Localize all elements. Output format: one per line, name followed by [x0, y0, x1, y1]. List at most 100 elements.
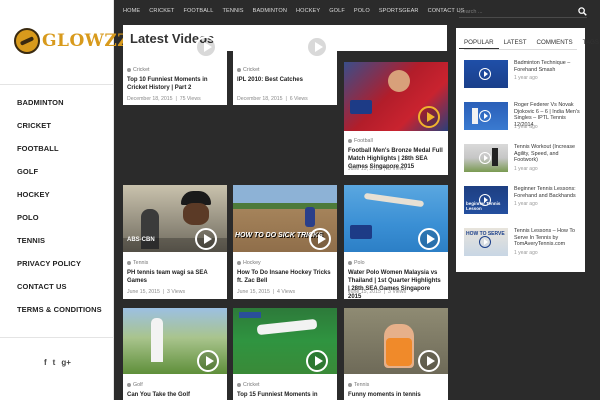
video-thumbnail[interactable]: beginner Tennis Lesson: [464, 186, 508, 214]
search-icon[interactable]: [578, 7, 587, 16]
video-thumbnail[interactable]: [233, 308, 337, 374]
video-card[interactable]: Cricket Top 10 Funniest Moments in Crick…: [123, 51, 227, 105]
play-button[interactable]: [479, 110, 491, 122]
list-item[interactable]: Tennis Workout (Increase Agility, Speed,…: [464, 144, 582, 176]
play-button[interactable]: [479, 236, 491, 248]
video-card[interactable]: Polo Water Polo Women Malaysia vs Thaila…: [344, 185, 448, 299]
tab-comments[interactable]: COMMENTS: [532, 38, 578, 49]
folder-icon: [237, 383, 241, 387]
video-card[interactable]: Cricket Top 15 Funniest Moments in Crick…: [233, 308, 337, 400]
video-category[interactable]: Golf: [127, 382, 143, 388]
twitter-icon[interactable]: t: [53, 358, 56, 367]
tab-tags[interactable]: TAGS: [578, 38, 600, 49]
list-item[interactable]: Badminton Technique – Forehand Smash 1 y…: [464, 60, 582, 92]
sidebar-item-contact-us[interactable]: CONTACT US: [0, 278, 114, 301]
video-title[interactable]: Badminton Technique – Forehand Smash: [514, 60, 582, 73]
folder-icon: [127, 68, 131, 72]
video-card[interactable]: Golf Can You Take the Golf Backswing Too: [123, 308, 227, 400]
play-button[interactable]: [479, 152, 491, 164]
play-button[interactable]: [306, 36, 328, 58]
video-thumbnail[interactable]: ABS-CBN: [123, 185, 227, 252]
player-face: [183, 203, 209, 225]
sidebar-item-badminton[interactable]: BADMINTON: [0, 94, 114, 117]
video-card[interactable]: ABS-CBN Tennis PH tennis team wagi sa SE…: [123, 185, 227, 299]
video-thumbnail[interactable]: [344, 62, 448, 131]
list-item[interactable]: HOW TO SERVE Tennis Lessons – How To Ser…: [464, 228, 582, 260]
play-button[interactable]: [195, 228, 217, 250]
video-category[interactable]: Football: [348, 138, 373, 144]
topnav-home[interactable]: HOME: [123, 8, 140, 14]
video-thumbnail[interactable]: [123, 308, 227, 374]
video-title[interactable]: IPL 2010: Best Catches: [237, 76, 333, 84]
video-thumbnail[interactable]: [344, 185, 448, 252]
video-meta: June 15, 2015 | 8 Views: [348, 166, 407, 172]
play-button[interactable]: [309, 228, 331, 250]
topnav-polo[interactable]: POLO: [354, 8, 370, 14]
video-meta: June 15, 2015 | 4 Views: [237, 289, 296, 295]
topnav-badminton[interactable]: BADMINTON: [253, 8, 287, 14]
video-category[interactable]: Hockey: [237, 260, 261, 266]
sidebar-item-hockey[interactable]: HOCKEY: [0, 186, 114, 209]
left-sidebar: GLOWZZ BADMINTON CRICKET FOOTBALL GOLF H…: [0, 0, 130, 400]
video-category[interactable]: Polo: [348, 260, 365, 266]
video-thumbnail[interactable]: [464, 144, 508, 172]
video-card[interactable]: HOW TO DO SICK TRICKS Hockey How To Do I…: [233, 185, 337, 299]
sidebar-item-terms[interactable]: TERMS & CONDITIONS: [0, 301, 114, 324]
facebook-icon[interactable]: f: [44, 358, 47, 367]
search-input[interactable]: Search ...: [459, 9, 483, 15]
play-button[interactable]: [418, 228, 440, 250]
video-card[interactable]: Tennis Funny moments in tennis: [344, 308, 448, 400]
play-button[interactable]: [479, 68, 491, 80]
play-button[interactable]: [195, 36, 217, 58]
play-button[interactable]: [418, 350, 440, 372]
play-button[interactable]: [306, 350, 328, 372]
sidebar-item-privacy-policy[interactable]: PRIVACY POLICY: [0, 255, 114, 278]
search-box[interactable]: Search ...: [459, 6, 587, 18]
video-card[interactable]: Football Football Men's Bronze Medal Ful…: [344, 62, 448, 175]
logo-text: GLOWZZ: [42, 31, 131, 51]
play-button[interactable]: [479, 194, 491, 206]
abs-cbn-text: ABS-CBN: [127, 237, 155, 243]
video-card[interactable]: Cricket IPL 2010: Best Catches December …: [233, 51, 337, 105]
player-shirt-shape: [386, 338, 412, 366]
sidebar-item-polo[interactable]: POLO: [0, 209, 114, 232]
video-title[interactable]: PH tennis team wagi sa SEA Games: [127, 269, 223, 285]
topnav-tennis[interactable]: TENNIS: [222, 8, 243, 14]
video-title[interactable]: Tennis Workout (Increase Agility, Speed,…: [514, 144, 582, 164]
video-thumbnail[interactable]: [464, 60, 508, 88]
list-item[interactable]: Roger Federer Vs Novak Djokovic 6 – 6 | …: [464, 102, 582, 134]
video-category[interactable]: Cricket: [127, 67, 149, 73]
video-category[interactable]: Cricket: [237, 67, 259, 73]
tab-latest[interactable]: LATEST: [499, 38, 532, 49]
list-item[interactable]: beginner Tennis Lesson Beginner Tennis L…: [464, 186, 582, 218]
video-title[interactable]: How To Do Insane Hockey Tricks ft. Zac B…: [237, 269, 333, 285]
video-category[interactable]: Tennis: [127, 260, 148, 266]
video-title[interactable]: Beginner Tennis Lessons: Forehand and Ba…: [514, 186, 582, 199]
video-title[interactable]: Top 15 Funniest Moments in Cricket: [237, 391, 333, 400]
sidebar-item-golf[interactable]: GOLF: [0, 163, 114, 186]
video-thumbnail[interactable]: [464, 102, 508, 130]
video-thumbnail[interactable]: [344, 308, 448, 374]
tab-popular[interactable]: POPULAR: [459, 38, 499, 49]
video-category[interactable]: Cricket: [237, 382, 259, 388]
video-title[interactable]: Funny moments in tennis: [348, 391, 444, 399]
video-title[interactable]: Can You Take the Golf Backswing Too: [127, 391, 223, 400]
sidebar-item-tennis[interactable]: TENNIS: [0, 232, 114, 255]
sidebar-item-football[interactable]: FOOTBALL: [0, 140, 114, 163]
topnav-sportsgear[interactable]: SPORTSGEAR: [379, 8, 419, 14]
sidebar-item-cricket[interactable]: CRICKET: [0, 117, 114, 140]
topnav-hockey[interactable]: HOCKEY: [296, 8, 320, 14]
video-thumbnail[interactable]: HOW TO DO SICK TRICKS: [233, 185, 337, 252]
video-thumbnail[interactable]: HOW TO SERVE: [464, 228, 508, 256]
video-title[interactable]: Tennis Lessons – How To Serve In Tennis …: [514, 228, 582, 248]
topnav-football[interactable]: FOOTBALL: [183, 8, 213, 14]
video-title[interactable]: Top 10 Funniest Moments in Cricket Histo…: [127, 76, 223, 92]
topnav-cricket[interactable]: CRICKET: [149, 8, 174, 14]
video-time: 1 year ago: [514, 250, 538, 256]
play-button[interactable]: [418, 106, 440, 128]
video-category[interactable]: Tennis: [348, 382, 369, 388]
topnav-golf[interactable]: GOLF: [329, 8, 345, 14]
play-button[interactable]: [197, 350, 219, 372]
site-logo[interactable]: GLOWZZ: [14, 28, 130, 54]
google-plus-icon[interactable]: g+: [61, 358, 71, 367]
